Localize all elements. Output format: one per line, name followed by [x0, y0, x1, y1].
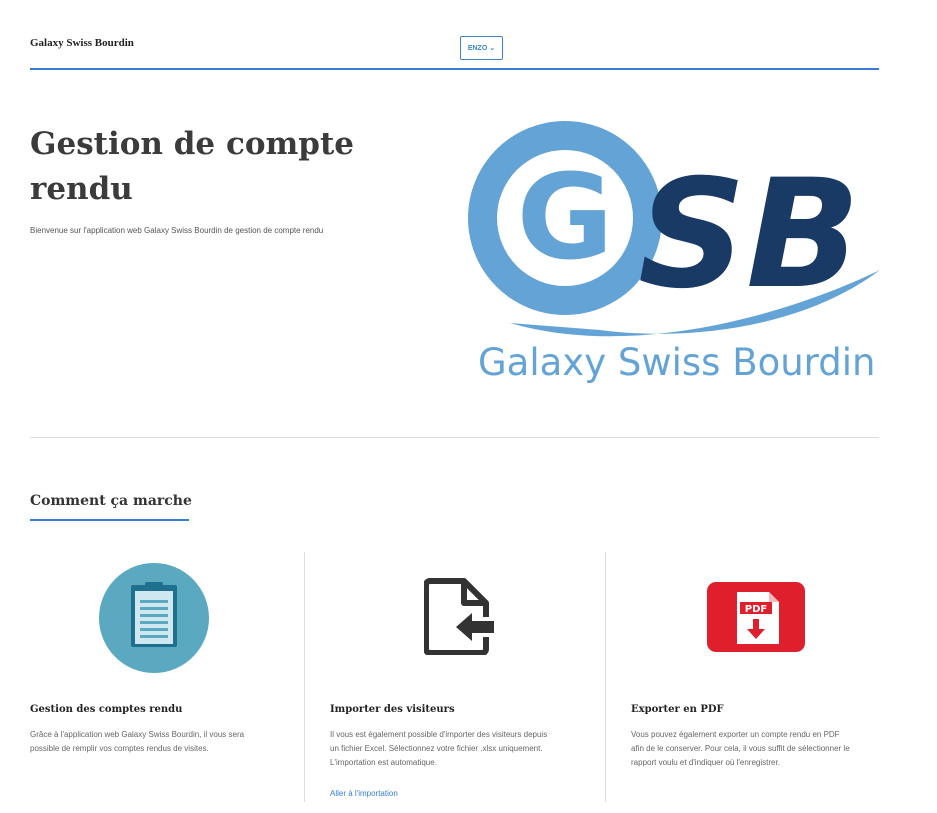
import-link[interactable]: Aller à l'importation	[330, 789, 398, 798]
pdf-label: PDF	[745, 604, 767, 615]
feature-description: Il vous est également possible d'importe…	[330, 730, 548, 767]
feature-description: Vous pouvez également exporter un compte…	[631, 730, 850, 767]
pdf-download-icon: PDF	[707, 582, 805, 652]
section-title: Comment ça marche	[30, 493, 192, 509]
clipboard-icon	[99, 563, 209, 673]
feature-title: Exporter en PDF	[631, 704, 724, 715]
logo-wordmark: Galaxy Swiss Bourdin	[478, 341, 875, 384]
logo-letter-g: G	[517, 148, 614, 286]
brand-name[interactable]: Galaxy Swiss Bourdin	[30, 37, 134, 49]
file-import-icon	[424, 578, 496, 655]
chevron-down-icon: ⌄	[489, 45, 496, 52]
logo-letters-sb: SB	[638, 148, 860, 322]
user-menu-button[interactable]: ENZO ⌄	[460, 36, 503, 60]
column-divider	[304, 552, 305, 802]
section-title-underline	[30, 519, 189, 521]
user-menu-label: ENZO	[467, 44, 488, 52]
header-divider	[30, 68, 879, 70]
feature-description: Grâce à l'application web Galaxy Swiss B…	[30, 730, 245, 753]
page-title: Gestion de compte rendu	[30, 126, 355, 207]
page-subtitle: Bienvenue sur l'application web Galaxy S…	[30, 226, 324, 235]
feature-title: Importer des visiteurs	[330, 704, 455, 715]
column-divider	[605, 552, 606, 802]
feature-title: Gestion des comptes rendu	[30, 704, 183, 715]
section-divider	[30, 437, 879, 438]
gsb-logo: G SB Galaxy Swiss Bourdin	[468, 121, 880, 384]
